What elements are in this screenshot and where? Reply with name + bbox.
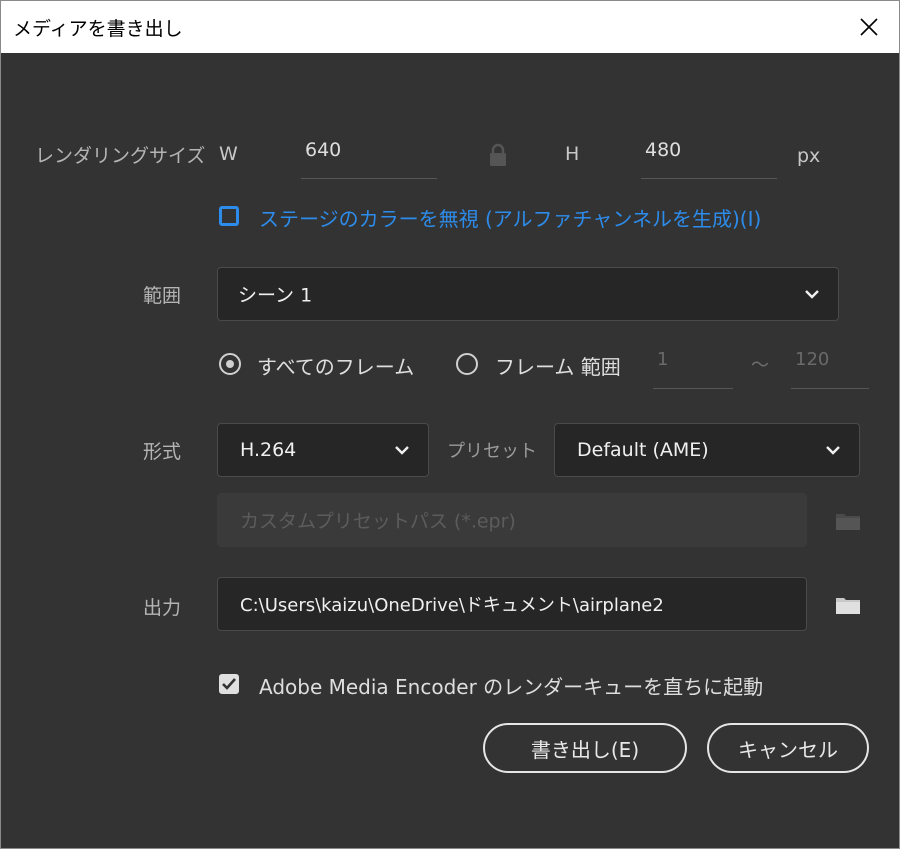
start-encoder-label[interactable]: Adobe Media Encoder のレンダーキューを直ちに起動 <box>259 671 763 700</box>
format-select[interactable]: H.264 <box>217 423 429 477</box>
folder-icon <box>836 514 860 530</box>
render-size-label: レンダリングサイズ <box>35 145 206 167</box>
output-path-value: C:\Users\kaizu\OneDrive\ドキュメント\airplane2 <box>240 595 664 616</box>
range-selected-value: シーン 1 <box>238 284 313 307</box>
unit-label: px <box>797 145 821 167</box>
range-end-input[interactable]: 120 <box>791 349 869 389</box>
format-label: 形式 <box>143 441 182 463</box>
frame-range-radio[interactable] <box>456 353 478 375</box>
width-input[interactable]: 640 <box>301 139 437 179</box>
lock-icon[interactable] <box>487 143 509 167</box>
cancel-button[interactable]: キャンセル <box>707 723 869 773</box>
output-label: 出力 <box>143 597 182 619</box>
width-label: W <box>219 143 238 165</box>
start-encoder-checkbox[interactable] <box>219 674 239 694</box>
window-title: メディアを書き出し <box>13 18 183 40</box>
all-frames-label[interactable]: すべてのフレーム <box>257 351 414 380</box>
custom-preset-placeholder: カスタムプリセットパス (*.epr) <box>240 510 516 533</box>
preset-selected-value: Default (AME) <box>577 439 709 461</box>
folder-icon[interactable] <box>835 595 861 615</box>
width-value: 640 <box>305 139 342 161</box>
close-button[interactable] <box>839 1 899 53</box>
export-button[interactable]: 書き出し(E) <box>483 723 687 773</box>
export-media-dialog: メディアを書き出し レンダリングサイズ W 640 H 480 px ステージの… <box>0 0 900 849</box>
ignore-stage-color-checkbox[interactable] <box>219 206 239 226</box>
range-label: 範囲 <box>143 285 182 307</box>
height-input[interactable]: 480 <box>641 139 777 179</box>
range-start-value: 1 <box>657 349 669 370</box>
all-frames-radio[interactable] <box>219 353 241 375</box>
preset-select[interactable]: Default (AME) <box>554 423 860 477</box>
frame-range-label[interactable]: フレーム 範囲 <box>495 351 621 380</box>
range-end-value: 120 <box>795 349 830 370</box>
chevron-down-icon <box>805 290 819 299</box>
checkmark-icon <box>222 678 236 690</box>
chevron-down-icon <box>395 446 409 455</box>
range-select[interactable]: シーン 1 <box>217 267 839 321</box>
height-label: H <box>565 143 580 165</box>
preset-label: プリセット <box>447 441 537 462</box>
title-bar: メディアを書き出し <box>1 1 899 53</box>
output-path-input[interactable]: C:\Users\kaizu\OneDrive\ドキュメント\airplane2 <box>217 577 807 631</box>
custom-preset-path-input: カスタムプリセットパス (*.epr) <box>217 493 807 547</box>
close-icon <box>860 18 878 36</box>
chevron-down-icon <box>826 446 840 455</box>
dialog-body: レンダリングサイズ W 640 H 480 px ステージのカラーを無視 (アル… <box>1 53 899 848</box>
height-value: 480 <box>645 139 682 161</box>
ignore-stage-color-label[interactable]: ステージのカラーを無視 (アルファチャンネルを生成)(I) <box>259 203 761 232</box>
range-start-input[interactable]: 1 <box>653 349 733 389</box>
range-tilde: ～ <box>751 355 769 376</box>
format-selected-value: H.264 <box>240 439 297 461</box>
